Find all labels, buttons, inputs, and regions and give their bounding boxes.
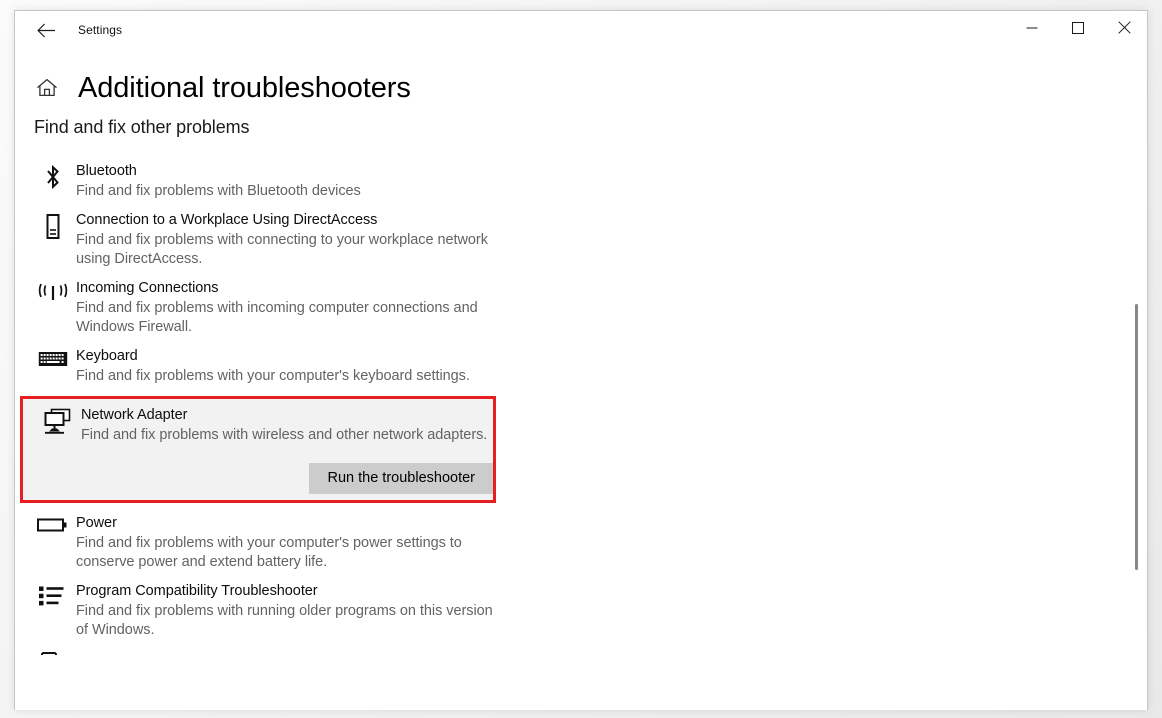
run-the-troubleshooter-button[interactable]: Run the troubleshooter: [309, 463, 493, 494]
settings-window: Settings Additional troubleshooters Find…: [14, 10, 1148, 710]
troubleshooter-description: Find and fix problems with wireless and …: [81, 427, 488, 443]
back-button[interactable]: [23, 14, 69, 46]
back-arrow-icon: [36, 23, 56, 38]
troubleshooter-name: Keyboard: [76, 348, 138, 364]
troubleshooter-text: Power Find and fix problems with your co…: [71, 514, 496, 572]
minimize-button[interactable]: [1009, 11, 1055, 49]
troubleshooter-name: Power: [76, 515, 117, 531]
minimize-icon: [1026, 21, 1038, 39]
title-bar: Settings: [15, 11, 1147, 49]
page-subtitle: Find and fix other problems: [34, 117, 250, 137]
page-content: Additional troubleshooters Find and fix …: [15, 49, 1147, 710]
incoming-connections-icon: [35, 279, 71, 313]
troubleshooter-text: Program Compatibility Troubleshooter Fin…: [71, 582, 496, 640]
title-row: Additional troubleshooters: [34, 67, 1147, 109]
troubleshooter-item-keyboard[interactable]: Keyboard Find and fix problems with your…: [15, 342, 1147, 391]
maximize-icon: [1072, 21, 1084, 39]
troubleshooter-name: Bluetooth: [76, 163, 137, 179]
troubleshooter-name: Network Adapter: [81, 407, 188, 423]
troubleshooter-description: Find and fix problems with Bluetooth dev…: [76, 183, 361, 199]
program-list-icon: [35, 582, 71, 616]
troubleshooter-text: Bluetooth Find and fix problems with Blu…: [71, 162, 361, 201]
troubleshooter-item-program-compatibility[interactable]: Program Compatibility Troubleshooter Fin…: [15, 577, 1147, 645]
battery-icon: [35, 514, 71, 548]
troubleshooter-description: Find and fix problems with your computer…: [76, 535, 462, 570]
troubleshooter-description: Find and fix problems with connecting to…: [76, 232, 488, 267]
troubleshooter-item-power[interactable]: Power Find and fix problems with your co…: [15, 509, 1147, 577]
scrollbar-thumb[interactable]: [1135, 304, 1138, 570]
close-button[interactable]: [1101, 11, 1147, 49]
troubleshooter-item-network-adapter[interactable]: Network Adapter Find and fix problems wi…: [20, 396, 496, 503]
troubleshooter-action-row: Run the troubleshooter: [40, 463, 494, 494]
troubleshooter-name: Connection to a Workplace Using DirectAc…: [76, 212, 378, 228]
troubleshooter-description: Find and fix problems with your computer…: [76, 368, 470, 384]
troubleshooter-text: Network Adapter Find and fix problems wi…: [76, 406, 487, 445]
troubleshooter-description: Find and fix problems with incoming comp…: [76, 300, 478, 335]
troubleshooter-text: Connection to a Workplace Using DirectAc…: [71, 211, 496, 269]
home-icon[interactable]: [35, 76, 59, 100]
close-icon: [1117, 21, 1131, 39]
troubleshooter-item-directaccess[interactable]: Connection to a Workplace Using DirectAc…: [15, 206, 1147, 274]
page-title: Additional troubleshooters: [78, 72, 411, 104]
troubleshooter-name: Incoming Connections: [76, 280, 219, 296]
troubleshooter-description: Find and fix problems with running older…: [76, 603, 493, 638]
keyboard-icon: [35, 347, 71, 381]
bluetooth-icon: [35, 162, 71, 196]
troubleshooter-list: Bluetooth Find and fix problems with Blu…: [15, 157, 1147, 655]
troubleshooter-row: Network Adapter Find and fix problems wi…: [40, 406, 493, 445]
app-title: Settings: [78, 23, 123, 37]
troubleshooter-item-bluetooth[interactable]: Bluetooth Find and fix problems with Blu…: [15, 157, 1147, 206]
troubleshooter-name: Program Compatibility Troubleshooter: [76, 583, 318, 599]
troubleshooter-item-incoming-connections[interactable]: Incoming Connections Find and fix proble…: [15, 274, 1147, 342]
troubleshooter-text: Keyboard Find and fix problems with your…: [71, 347, 470, 386]
partial-icon: [35, 650, 71, 655]
vertical-scrollbar[interactable]: [1130, 49, 1144, 710]
maximize-button[interactable]: [1055, 11, 1101, 49]
troubleshooter-item-clipped[interactable]: [15, 645, 1147, 655]
window-controls: [1009, 11, 1147, 49]
workplace-device-icon: [35, 211, 71, 245]
network-adapter-icon: [40, 406, 76, 440]
page-header: Additional troubleshooters Find and fix …: [15, 49, 1147, 138]
troubleshooter-text: Incoming Connections Find and fix proble…: [71, 279, 496, 337]
